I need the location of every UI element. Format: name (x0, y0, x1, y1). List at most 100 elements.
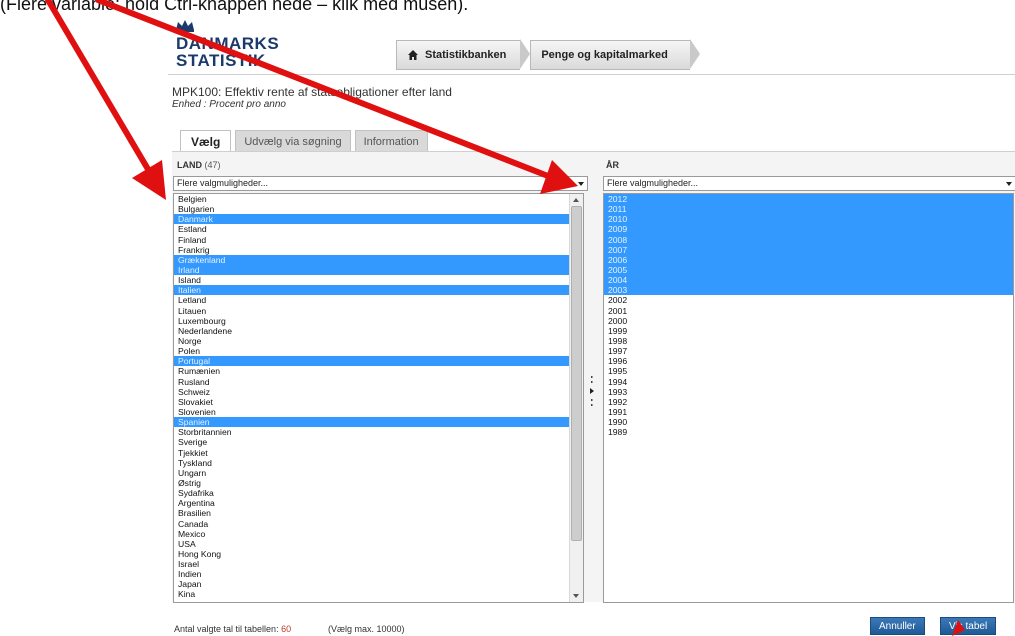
selected-count-label: Antal valgte tal til tabellen: (174, 624, 279, 634)
land-option[interactable]: USA (174, 539, 583, 549)
land-option[interactable]: Danmark (174, 214, 583, 225)
aar-option[interactable]: 2011 (604, 204, 1013, 215)
land-option[interactable]: Italien (174, 285, 583, 296)
chevron-down-icon[interactable] (1006, 182, 1012, 186)
land-title: LAND (177, 160, 202, 170)
aar-option[interactable]: 1999 (604, 326, 1013, 336)
land-option[interactable]: Saudi Arabien (174, 600, 583, 602)
tab-bar: Vælg Udvælg via søgning Information (180, 130, 428, 152)
land-option[interactable]: Finland (174, 235, 583, 245)
land-option[interactable]: Portugal (174, 356, 583, 367)
land-option[interactable]: Ungarn (174, 468, 583, 478)
scroll-thumb[interactable] (571, 206, 582, 541)
aar-option[interactable]: 1993 (604, 387, 1013, 397)
aar-option[interactable]: 1990 (604, 417, 1013, 427)
header-divider (168, 74, 1015, 75)
land-dropdown-value: Flere valgmuligheder... (177, 178, 269, 188)
land-scrollbar[interactable] (569, 194, 583, 602)
land-option[interactable]: Indien (174, 569, 583, 579)
land-option[interactable]: Polen (174, 346, 583, 356)
site-header: DANMARKS STATISTIK Statistikbanken Penge… (168, 18, 1015, 75)
aar-option[interactable]: 2004 (604, 275, 1013, 286)
land-option[interactable]: Hong Kong (174, 549, 583, 559)
aar-option[interactable]: 2005 (604, 264, 1013, 276)
breadcrumb-separator (689, 39, 700, 69)
land-option[interactable]: Belgien (174, 194, 583, 204)
land-count: (47) (204, 160, 221, 170)
land-option[interactable]: Canada (174, 519, 583, 529)
aar-option[interactable]: 2010 (604, 214, 1013, 225)
land-option[interactable]: Tjekkiet (174, 448, 583, 458)
aar-option[interactable]: 1998 (604, 336, 1013, 346)
land-option[interactable]: Argentina (174, 498, 583, 508)
instruction-text: (Flere variable: hold Ctrl-knappen nede … (0, 0, 469, 14)
aar-option[interactable]: 2009 (604, 224, 1013, 235)
land-option[interactable]: Brasilien (174, 508, 583, 518)
aar-option[interactable]: 1996 (604, 356, 1013, 366)
scroll-up-icon[interactable] (573, 198, 579, 202)
land-option[interactable]: Rusland (174, 377, 583, 387)
land-option[interactable]: Grækenland (174, 254, 583, 265)
land-option[interactable]: Sverige (174, 437, 583, 447)
logo-text-line2: STATISTIK (176, 51, 266, 70)
scroll-down-icon[interactable] (573, 594, 579, 598)
tab-vaelg[interactable]: Vælg (180, 130, 232, 152)
land-option[interactable]: Mexico (174, 529, 583, 539)
land-option[interactable]: Irland (174, 264, 583, 276)
breadcrumb-label: Penge og kapitalmarked (541, 49, 668, 61)
land-option[interactable]: Østrig (174, 478, 583, 488)
land-option[interactable]: Bulgarien (174, 204, 583, 214)
land-option[interactable]: Frankrig (174, 245, 583, 255)
land-option[interactable]: Sydafrika (174, 488, 583, 498)
aar-option[interactable]: 2002 (604, 295, 1013, 305)
land-option[interactable]: Luxembourg (174, 316, 583, 326)
aar-option[interactable]: 2001 (604, 306, 1013, 316)
aar-option[interactable]: 2012 (604, 194, 1013, 205)
land-option[interactable]: Slovakiet (174, 397, 583, 407)
land-option[interactable]: Japan (174, 579, 583, 589)
aar-option[interactable]: 1992 (604, 397, 1013, 407)
aar-option[interactable]: 1997 (604, 346, 1013, 356)
land-option[interactable]: Slovenien (174, 407, 583, 417)
cancel-button[interactable]: Annuller (870, 617, 925, 635)
aar-option[interactable]: 1991 (604, 407, 1013, 417)
breadcrumb-statistikbanken[interactable]: Statistikbanken (396, 40, 521, 70)
tab-information[interactable]: Information (354, 130, 428, 152)
land-option[interactable]: Storbritannien (174, 427, 583, 437)
aar-listbox[interactable]: 2012 2011 2010 2009 2008 2007 2006 2005 2004 2003… (603, 193, 1014, 603)
aar-option[interactable]: 1989 (604, 427, 1013, 437)
breadcrumb: Statistikbanken Penge og kapitalmarked (396, 39, 700, 70)
aar-option[interactable]: 2003 (604, 285, 1013, 296)
land-option[interactable]: Litauen (174, 306, 583, 316)
aar-option[interactable]: 2008 (604, 234, 1013, 245)
land-option[interactable]: Estland (174, 224, 583, 234)
dst-logo[interactable]: DANMARKS STATISTIK (172, 18, 279, 72)
land-option[interactable]: Kina (174, 589, 583, 599)
land-option[interactable]: Israel (174, 559, 583, 569)
tab-udvaelg-via-soegning[interactable]: Udvælg via søgning (235, 130, 351, 152)
land-listbox[interactable]: Belgien Bulgarien Danmark Estland Finland Fra… (173, 193, 584, 603)
aar-option[interactable]: 1995 (604, 366, 1013, 376)
table-unit: Enhed : Procent pro anno (172, 99, 286, 110)
aar-option[interactable]: 1994 (604, 377, 1013, 387)
land-option[interactable]: Norge (174, 336, 583, 346)
land-options-dropdown[interactable]: Flere valgmuligheder... (173, 176, 588, 191)
table-title: MPK100: Effektiv rente af statsobligatio… (172, 85, 452, 99)
aar-options-dropdown[interactable]: Flere valgmuligheder... (603, 176, 1015, 191)
land-option[interactable]: Tyskland (174, 458, 583, 468)
show-table-button[interactable]: Vis tabel (940, 617, 997, 635)
breadcrumb-penge-og-kapitalmarked[interactable]: Penge og kapitalmarked (530, 40, 690, 70)
land-option[interactable]: Spanien (174, 417, 583, 428)
land-column-title: LAND (47) (177, 160, 221, 170)
chevron-down-icon[interactable] (578, 182, 584, 186)
aar-option[interactable]: 2000 (604, 316, 1013, 326)
land-option[interactable]: Island (174, 275, 583, 285)
land-option[interactable]: Schweiz (174, 387, 583, 397)
panel-splitter[interactable] (589, 372, 595, 412)
land-option[interactable]: Rumænien (174, 366, 583, 376)
land-option[interactable]: Letland (174, 295, 583, 305)
aar-option[interactable]: 2007 (604, 244, 1013, 255)
breadcrumb-label: Statistikbanken (425, 49, 507, 61)
land-option[interactable]: Nederlandene (174, 326, 583, 336)
aar-option[interactable]: 2006 (604, 254, 1013, 265)
